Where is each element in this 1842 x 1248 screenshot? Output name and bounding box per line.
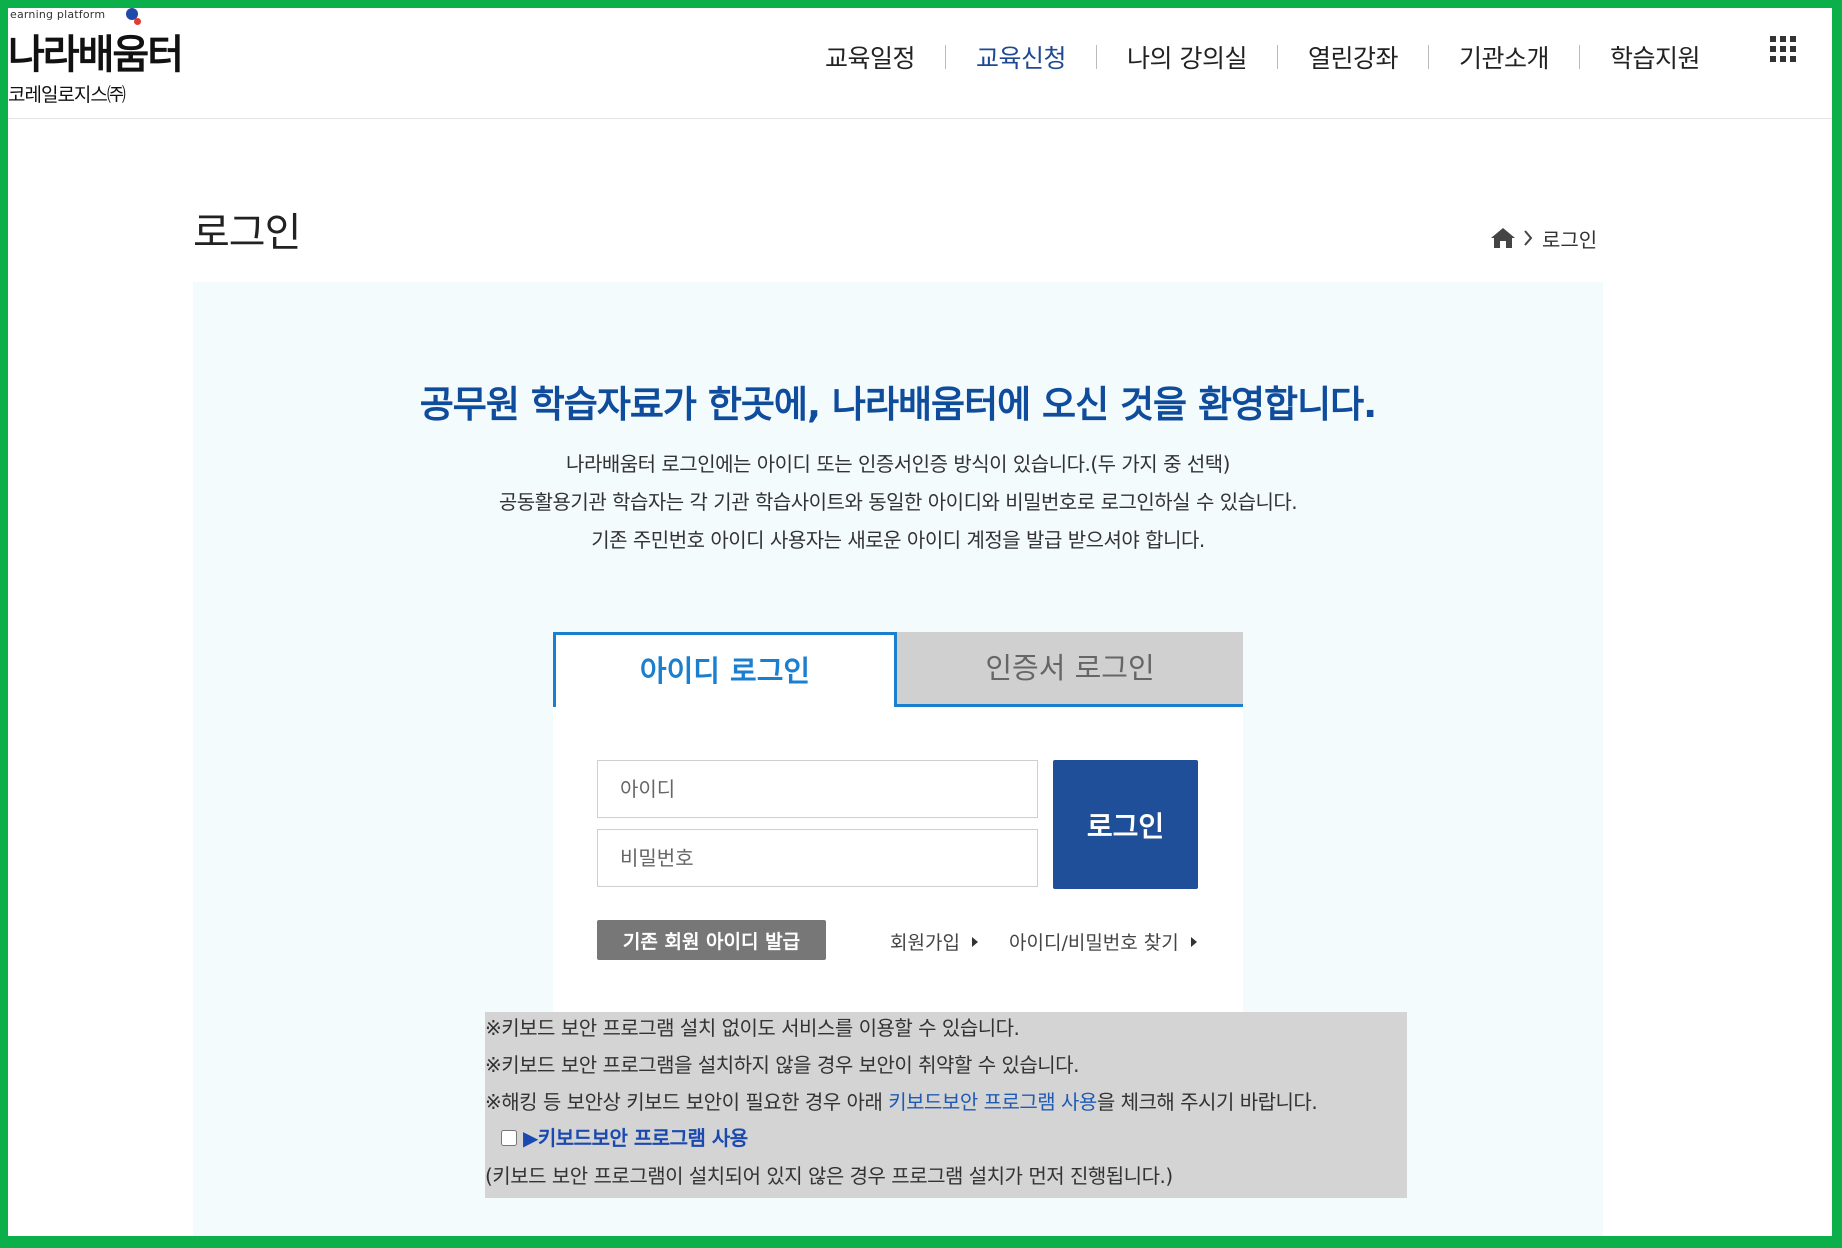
join-link-label: 회원가입 xyxy=(890,932,960,954)
nav-item-about[interactable]: 기관소개 xyxy=(1429,39,1579,75)
intro-line: 기존 주민번호 아이디 사용자는 새로운 아이디 계정을 발급 받으셔야 합니다… xyxy=(591,528,1205,552)
nav-item-apply[interactable]: 교육신청 xyxy=(946,39,1096,75)
keyboard-security-label[interactable]: ▶키보드보안 프로그램 사용 xyxy=(523,1123,748,1153)
site-header: earning platform 나라배움터 코레일로지스㈜ 교육일정 교육신청… xyxy=(8,8,1832,119)
panel-continuation xyxy=(193,1212,1603,1248)
login-button[interactable]: 로그인 xyxy=(1053,760,1198,889)
main-nav: 교육일정 교육신청 나의 강의실 열린강좌 기관소개 학습지원 xyxy=(795,32,1730,82)
intro-line: 공동활용기관 학습자는 각 기관 학습사이트와 동일한 아이디와 비밀번호로 로… xyxy=(498,490,1298,514)
nav-item-open-lectures[interactable]: 열린강좌 xyxy=(1278,39,1428,75)
find-account-link[interactable]: 아이디/비밀번호 찾기 xyxy=(1009,928,1197,955)
intro-text: 나라배움터 로그인에는 아이디 또는 인증서인증 방식이 있습니다.(두 가지 … xyxy=(193,445,1603,559)
tab-id-login[interactable]: 아이디 로그인 xyxy=(553,632,897,707)
notice-line: (키보드 보안 프로그램이 설치되어 있지 않은 경우 프로그램 설치가 먼저 … xyxy=(485,1164,1173,1188)
password-input[interactable] xyxy=(597,829,1038,887)
keyboard-security-option: ▶키보드보안 프로그램 사용 xyxy=(501,1123,748,1153)
triangle-right-icon xyxy=(1190,936,1197,947)
nav-item-support[interactable]: 학습지원 xyxy=(1580,39,1730,75)
find-account-link-label: 아이디/비밀번호 찾기 xyxy=(1009,932,1179,954)
notice-text: ※해킹 등 보안상 키보드 보안이 필요한 경우 아래 xyxy=(485,1090,889,1114)
notice-text: 을 체크해 주시기 바랍니다. xyxy=(1096,1090,1318,1114)
join-link[interactable]: 회원가입 xyxy=(890,928,978,955)
logo-tagline: earning platform xyxy=(10,8,106,21)
welcome-heading: 공무원 학습자료가 한곳에, 나라배움터에 오신 것을 환영합니다. xyxy=(419,383,1377,426)
notice-line: ※키보드 보안 프로그램을 설치하지 않을 경우 보안이 취약할 수 있습니다. xyxy=(485,1053,1079,1077)
issue-id-button[interactable]: 기존 회원 아이디 발급 xyxy=(597,920,826,960)
login-form: 아이디 로그인 인증서 로그인 로그인 기존 회원 아이디 발급 회원가입 아이… xyxy=(553,632,1243,1042)
breadcrumb: 로그인 xyxy=(1490,223,1597,253)
breadcrumb-current: 로그인 xyxy=(1542,227,1598,252)
logo-title: 나라배움터 xyxy=(8,32,184,78)
notice-line: ※해킹 등 보안상 키보드 보안이 필요한 경우 아래 키보드보안 프로그램 사… xyxy=(485,1087,1318,1117)
notice-highlight: 키보드보안 프로그램 사용 xyxy=(888,1090,1097,1114)
login-panel: 공무원 학습자료가 한곳에, 나라배움터에 오신 것을 환영합니다. 나라배움터… xyxy=(193,282,1603,1212)
keyboard-security-checkbox[interactable] xyxy=(501,1130,517,1146)
grid-menu-icon[interactable] xyxy=(1770,36,1796,62)
home-icon[interactable] xyxy=(1490,226,1516,250)
page-title: 로그인 xyxy=(193,210,301,256)
keyboard-security-notice: ※키보드 보안 프로그램 설치 없이도 서비스를 이용할 수 있습니다. ※키보… xyxy=(485,1012,1407,1198)
triangle-right-icon xyxy=(971,936,978,947)
nav-item-my-classroom[interactable]: 나의 강의실 xyxy=(1097,39,1277,75)
intro-line: 나라배움터 로그인에는 아이디 또는 인증서인증 방식이 있습니다.(두 가지 … xyxy=(566,452,1230,476)
id-input[interactable] xyxy=(597,760,1038,818)
tab-cert-login[interactable]: 인증서 로그인 xyxy=(897,632,1243,707)
site-logo[interactable]: earning platform 나라배움터 코레일로지스㈜ xyxy=(8,8,208,108)
chevron-right-icon xyxy=(1524,230,1533,246)
notice-line: ※키보드 보안 프로그램 설치 없이도 서비스를 이용할 수 있습니다. xyxy=(485,1016,1020,1040)
logo-subtitle: 코레일로지스㈜ xyxy=(8,84,126,106)
nav-item-schedule[interactable]: 교육일정 xyxy=(795,39,945,75)
